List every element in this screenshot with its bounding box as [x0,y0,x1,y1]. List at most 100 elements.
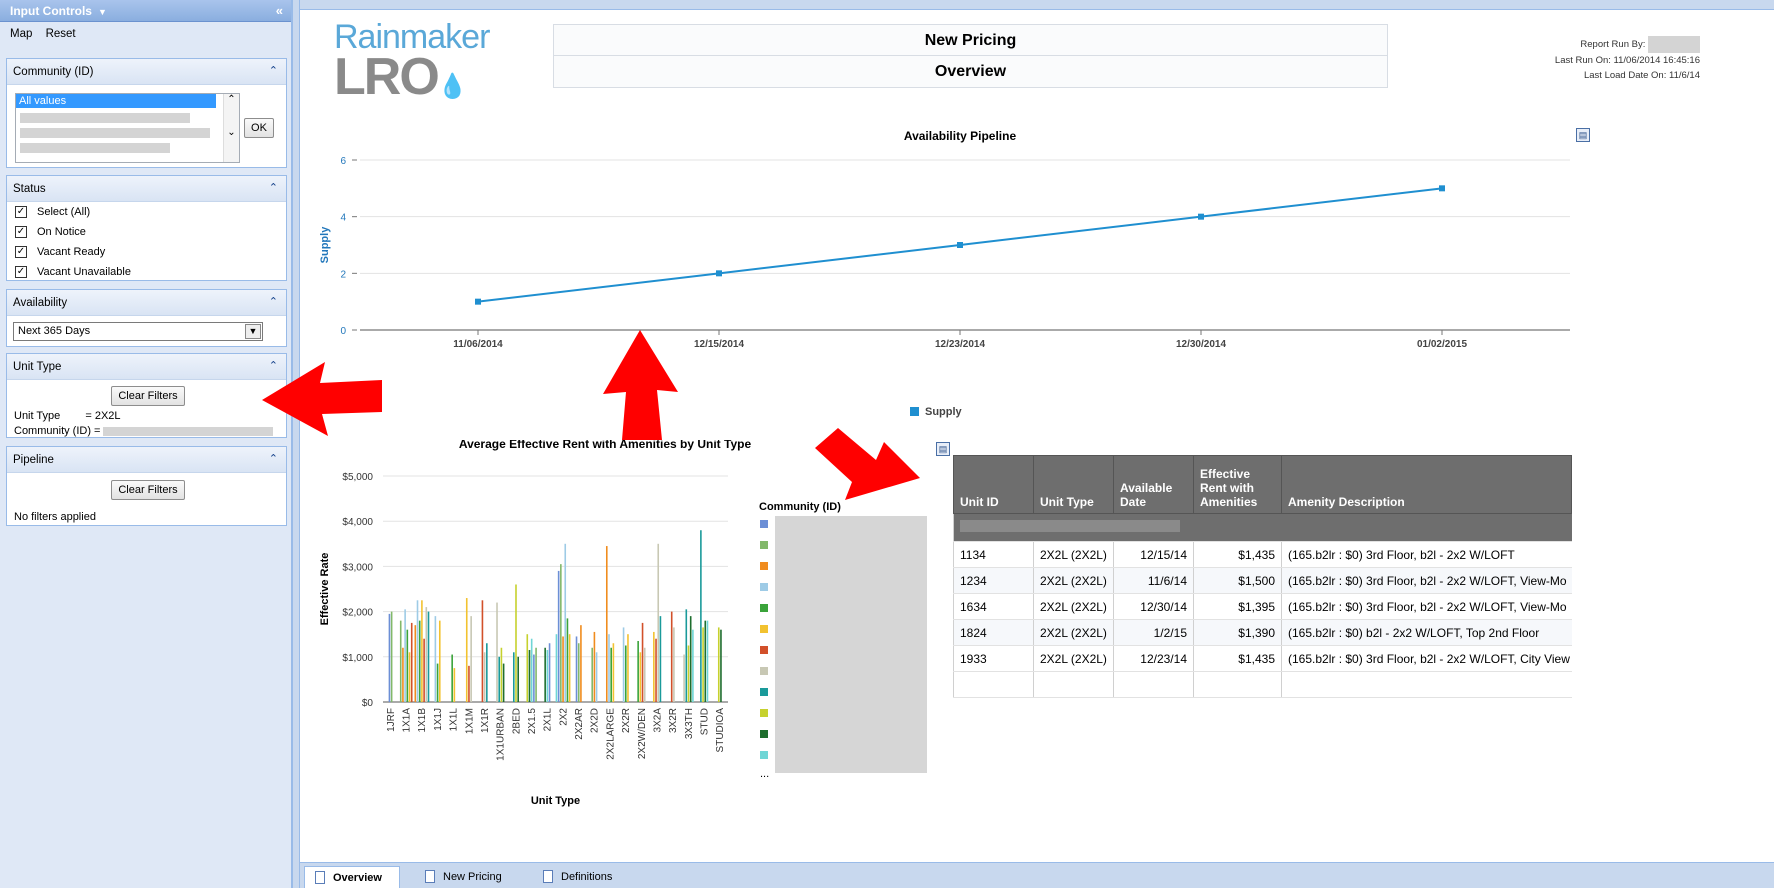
pipeline-section-header[interactable]: Pipeline ⌃ [7,447,286,473]
collapse-panel-icon[interactable]: « [276,3,283,18]
bar[interactable] [562,636,564,702]
bar[interactable] [670,611,673,702]
bar[interactable] [639,652,642,702]
bar[interactable] [643,647,646,702]
bar[interactable] [528,650,531,702]
tab-definitions[interactable]: Definitions [533,866,633,888]
redacted-option[interactable] [20,113,190,123]
bar[interactable] [451,654,453,702]
data-point[interactable] [716,270,722,277]
legend-swatch[interactable] [760,583,768,591]
table-row[interactable]: 1933 2X2L (2X2L) 12/23/14 $1,435 (165.b2lr :… [953,645,1572,672]
bar[interactable] [502,663,505,702]
bar[interactable] [546,650,549,702]
chevron-up-icon[interactable]: ⌃ [269,295,278,308]
status-option-select-all[interactable]: ✓ Select (All) [7,202,286,222]
bar[interactable] [564,543,567,702]
bar[interactable] [468,665,470,702]
bar[interactable] [402,647,404,702]
bar[interactable] [717,627,720,702]
bar[interactable] [526,634,529,702]
data-point[interactable] [1198,213,1204,220]
bar[interactable] [515,584,517,702]
bar[interactable] [591,647,594,702]
chevron-up-icon[interactable]: ⌃ [269,181,278,194]
bar[interactable] [659,616,662,702]
status-option-vacant-ready[interactable]: ✓ Vacant Ready [7,242,286,262]
bar[interactable] [423,638,425,702]
community-option-all[interactable]: All values [16,94,216,108]
bar[interactable] [481,600,484,702]
table-row[interactable]: 1634 2X2L (2X2L) 12/30/14 $1,395 (165.b2lr :… [953,593,1572,620]
bar[interactable] [608,634,610,702]
bar[interactable] [720,629,722,702]
community-section-header[interactable]: Community (ID) ⌃ [7,59,286,85]
bar[interactable] [637,640,639,702]
data-point[interactable] [475,298,481,305]
bar[interactable] [610,647,612,702]
bar[interactable] [404,609,406,702]
bar[interactable] [575,636,578,702]
status-option-vacant-unavailable[interactable]: ✓ Vacant Unavailable [7,262,286,282]
table-row[interactable]: 1134 2X2L (2X2L) 12/15/14 $1,435 (165.b2lr :… [953,541,1572,568]
map-button[interactable]: Map [10,28,32,40]
legend-swatch[interactable] [760,604,768,612]
bar[interactable] [568,634,571,702]
col-header-unit-id[interactable]: Unit ID [953,455,1034,514]
bar[interactable] [555,634,558,702]
redacted-option[interactable] [20,143,170,153]
bar[interactable] [593,631,596,702]
chevron-up-icon[interactable]: ⌃ [269,359,278,372]
tab-new-pricing[interactable]: New Pricing [415,866,525,888]
data-point[interactable] [1439,185,1445,192]
bar[interactable] [580,625,582,702]
bar[interactable] [390,611,393,702]
availability-select[interactable]: Next 365 Days ▼ [13,322,263,341]
bar[interactable] [700,530,702,702]
caret-down-icon[interactable]: ▼ [98,7,107,17]
bar[interactable] [692,629,694,702]
col-header-unit-type[interactable]: Unit Type [1033,455,1114,514]
bar[interactable] [416,600,419,702]
bar[interactable] [418,620,421,702]
legend-swatch[interactable] [760,541,768,549]
legend-swatch[interactable] [760,751,768,759]
bar[interactable] [500,647,503,702]
bar[interactable] [702,627,704,702]
checkbox-checked-icon[interactable]: ✓ [15,246,27,258]
bar[interactable] [496,602,498,702]
bar[interactable] [438,620,441,702]
bar[interactable] [544,647,546,702]
bar[interactable] [517,656,519,702]
bar[interactable] [548,643,551,702]
bar[interactable] [427,611,430,702]
reset-button[interactable]: Reset [46,28,76,40]
community-listbox[interactable]: All values ⌃ ⌄ [15,93,240,163]
bar[interactable] [595,652,598,702]
legend-more[interactable]: ... [760,768,769,780]
col-header-available-date[interactable]: Available Date [1113,455,1194,514]
bar[interactable] [673,627,675,702]
bar[interactable] [535,647,537,702]
bar[interactable] [530,638,533,702]
bar[interactable] [657,543,660,702]
listbox-scrollbar[interactable]: ⌃ ⌄ [223,94,239,162]
chevron-up-icon[interactable]: ⌃ [269,452,278,465]
chevron-down-icon[interactable]: ▼ [245,324,261,339]
bar[interactable] [453,668,456,702]
bar[interactable] [425,607,428,702]
bar[interactable] [533,654,535,702]
tab-overview[interactable]: Overview [304,866,400,888]
bar[interactable] [436,663,439,702]
bar[interactable] [704,620,707,702]
bar[interactable] [406,629,409,702]
unit-type-clear-filters-button[interactable]: Clear Filters [111,386,185,406]
bar[interactable] [483,652,486,702]
legend-swatch[interactable] [760,625,768,633]
unit-type-section-header[interactable]: Unit Type ⌃ [7,354,286,380]
bar[interactable] [486,643,488,702]
bar[interactable] [557,570,560,702]
bar[interactable] [498,656,501,702]
redacted-option[interactable] [20,128,210,138]
bar[interactable] [612,643,615,702]
